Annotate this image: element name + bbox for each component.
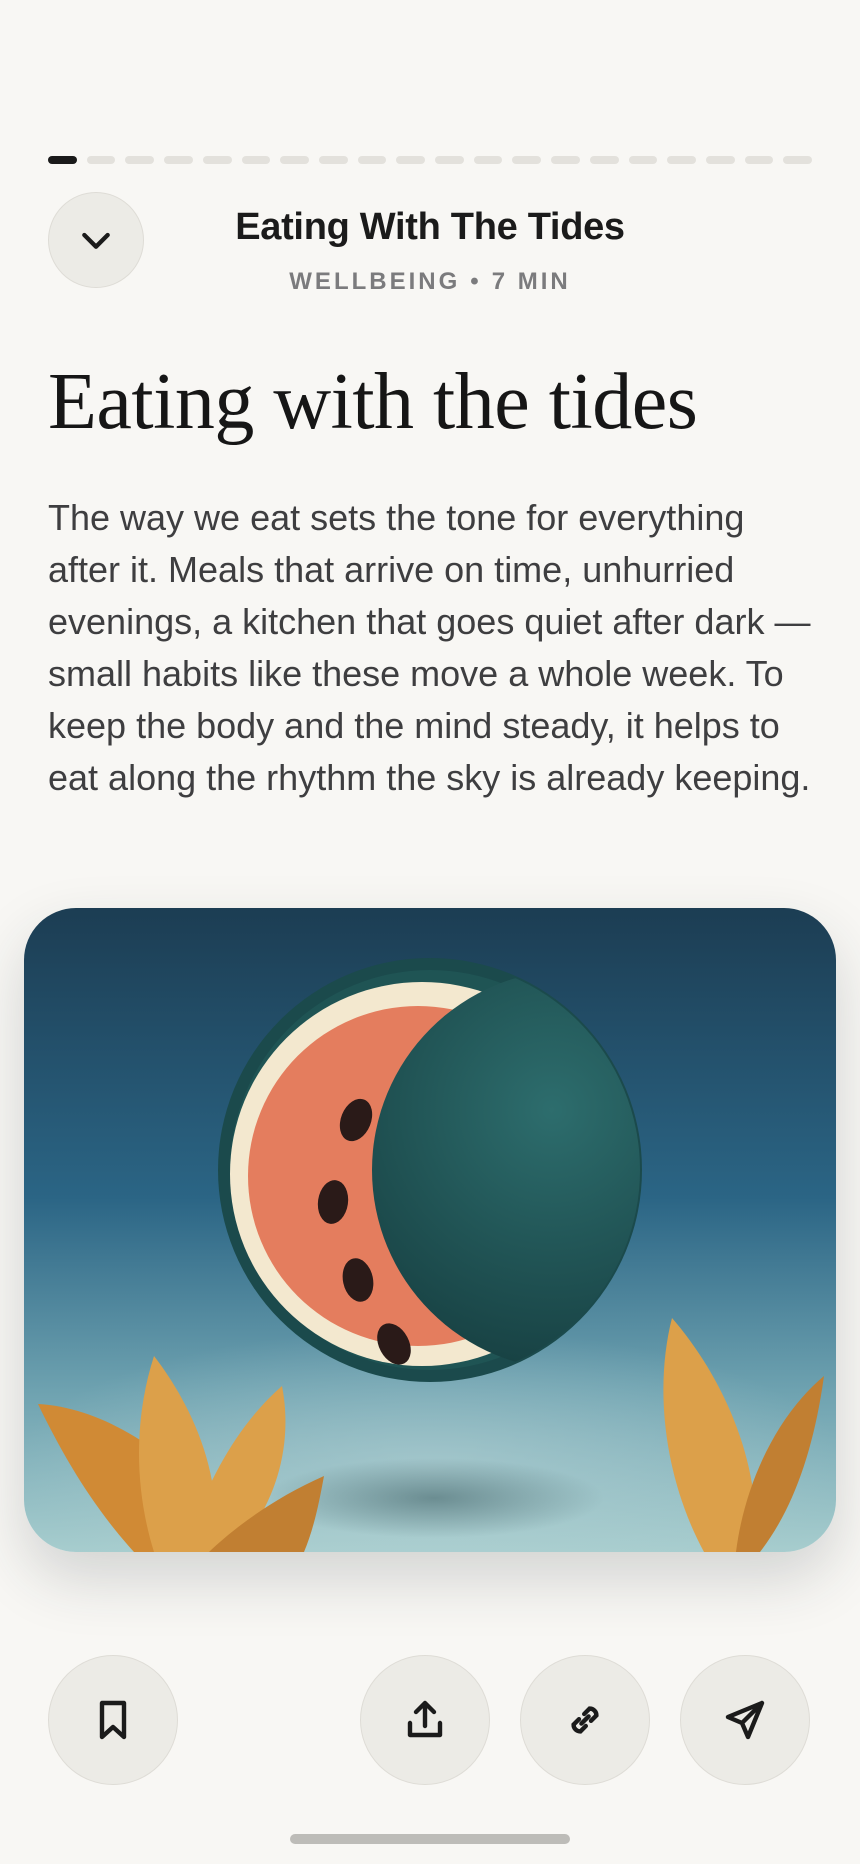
reading-time: 7 MIN	[491, 268, 571, 295]
story-progress-bar	[48, 156, 813, 164]
article-body: The way we eat sets the tone for everyth…	[48, 497, 811, 798]
progress-segment	[744, 156, 774, 164]
story-title: Eating With The Tides	[235, 206, 625, 248]
chevron-down-icon	[82, 232, 110, 249]
progress-segment	[202, 156, 232, 164]
hero-illustration	[24, 908, 836, 1552]
progress-segment	[551, 156, 580, 164]
progress-segment	[783, 156, 813, 164]
progress-segment	[512, 156, 542, 164]
progress-segment	[396, 156, 426, 164]
progress-segment	[318, 156, 348, 164]
share-icon	[407, 1700, 443, 1738]
progress-segment	[628, 156, 658, 164]
progress-segment	[280, 156, 309, 164]
progress-segment	[125, 156, 155, 164]
progress-segment	[357, 156, 387, 164]
bookmark-icon	[99, 1700, 127, 1740]
category-label: WELLBEING	[289, 268, 461, 295]
story-page: Eating With The Tides WELLBEING • 7 MIN Ea…	[0, 0, 860, 1864]
send-icon	[725, 1700, 765, 1740]
collapse-button[interactable]	[48, 192, 144, 288]
progress-segment	[435, 156, 464, 164]
progress-segment	[705, 156, 735, 164]
story-meta: WELLBEING • 7 MIN	[160, 268, 700, 296]
progress-segment	[589, 156, 619, 164]
copy-link-button[interactable]	[520, 1655, 650, 1785]
progress-segment	[473, 156, 503, 164]
progress-segment	[164, 156, 193, 164]
home-indicator	[290, 1834, 570, 1844]
progress-segment	[667, 156, 696, 164]
send-button[interactable]	[680, 1655, 810, 1785]
article-title: Eating with the tides	[48, 358, 698, 446]
progress-segment	[48, 156, 77, 164]
bookmark-button[interactable]	[48, 1655, 178, 1785]
progress-segment	[241, 156, 271, 164]
progress-segment	[86, 156, 116, 164]
share-button[interactable]	[360, 1655, 490, 1785]
meta-separator: •	[470, 268, 482, 295]
link-icon	[571, 1706, 599, 1734]
